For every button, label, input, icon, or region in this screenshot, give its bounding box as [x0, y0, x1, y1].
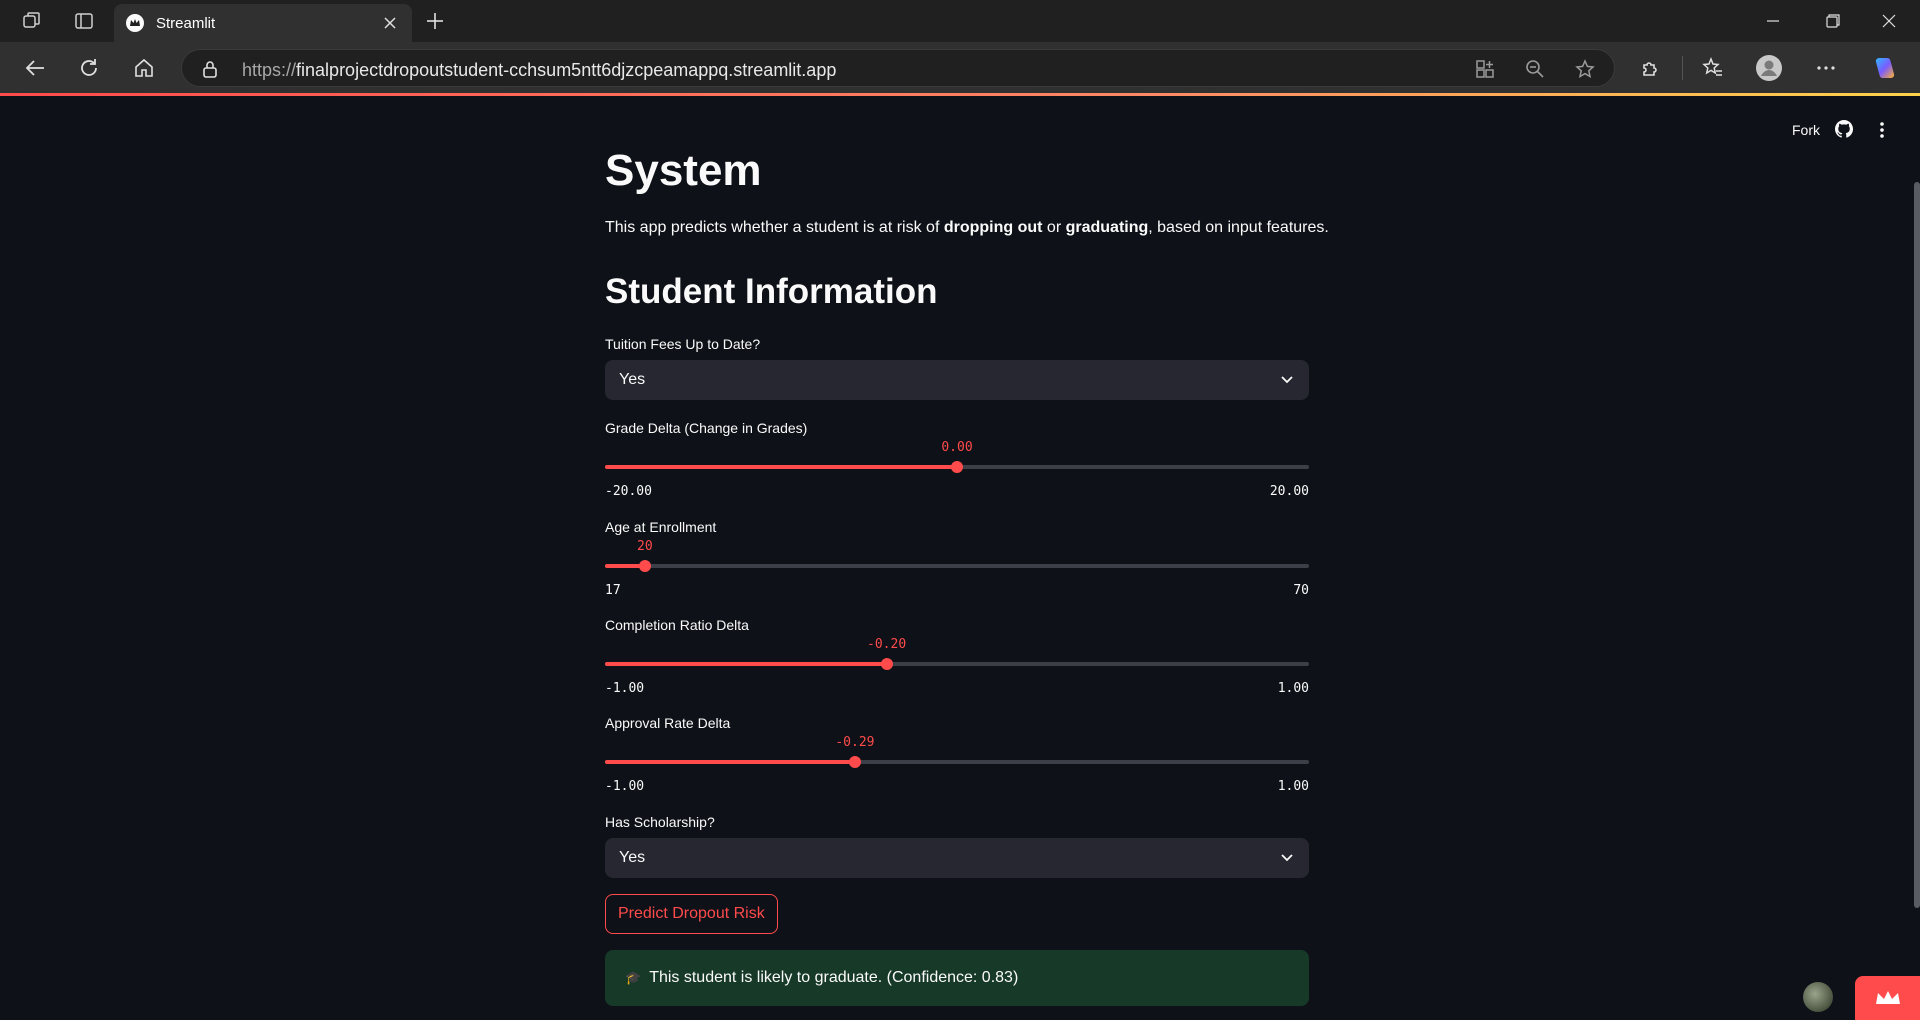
completion-slider[interactable]: -0.20 -1.00 1.00 [605, 633, 1309, 703]
result-text: This student is likely to graduate. (Con… [649, 969, 1019, 986]
slider-thumb[interactable] [880, 658, 893, 670]
slider-value: -0.20 [867, 637, 907, 652]
favorites-icon[interactable] [1700, 55, 1726, 81]
extensions-icon[interactable] [1638, 55, 1664, 81]
slider-max: 20.00 [1269, 484, 1309, 499]
zoom-out-icon[interactable] [1524, 58, 1546, 80]
approval-label: Approval Rate Delta [605, 715, 731, 731]
approval-slider[interactable]: -0.29 -1.00 1.00 [605, 731, 1309, 801]
profile-icon[interactable] [1756, 55, 1782, 81]
age-label: Age at Enrollment [605, 519, 717, 535]
slider-max: 70 [1293, 583, 1309, 598]
refresh-icon[interactable] [76, 55, 102, 81]
page-title: System [605, 146, 762, 195]
scholarship-label: Has Scholarship? [605, 814, 715, 830]
scholarship-select[interactable]: Yes [605, 838, 1309, 878]
new-tab-icon[interactable] [423, 9, 447, 33]
copilot-icon[interactable] [1872, 55, 1898, 81]
grade-delta-label: Grade Delta (Change in Grades) [605, 420, 808, 436]
close-tab-icon[interactable] [380, 13, 400, 33]
app-header: Fork [0, 96, 1920, 162]
active-tab[interactable]: Streamlit [114, 4, 412, 42]
slider-track[interactable] [605, 564, 1309, 568]
intro-text: This app predicts whether a student is a… [605, 219, 1329, 236]
restore-icon[interactable] [1810, 0, 1856, 42]
slider-value: -0.29 [835, 735, 875, 750]
browser-tab-bar: Streamlit [0, 0, 1920, 42]
slider-fill [605, 465, 957, 469]
home-icon[interactable] [131, 55, 157, 81]
more-options-icon[interactable] [1813, 55, 1839, 81]
fork-button[interactable]: Fork [1792, 122, 1820, 138]
viewer-avatar[interactable] [1803, 982, 1833, 1012]
toolbar-divider [1682, 56, 1683, 80]
favorite-star-icon[interactable] [1574, 58, 1596, 80]
completion-label: Completion Ratio Delta [605, 617, 749, 633]
streamlit-favicon-icon [126, 14, 144, 32]
grade-delta-slider[interactable]: 0.00 -20.00 20.00 [605, 436, 1309, 506]
result-alert: 🎓 This student is likely to graduate. (C… [605, 950, 1309, 1006]
tuition-select-value: Yes [619, 371, 646, 388]
minimize-icon[interactable] [1750, 0, 1796, 42]
slider-max: 1.00 [1277, 681, 1309, 696]
back-icon[interactable] [22, 55, 48, 81]
slider-thumb[interactable] [951, 461, 963, 473]
scholarship-select-value: Yes [619, 849, 646, 866]
slider-fill [605, 760, 855, 764]
age-slider[interactable]: 20 17 70 [605, 535, 1309, 605]
chevron-down-icon [1279, 372, 1295, 388]
predict-button[interactable]: Predict Dropout Risk [605, 894, 778, 934]
close-window-icon[interactable] [1866, 0, 1912, 42]
main-menu-icon[interactable] [1872, 120, 1892, 140]
slider-max: 1.00 [1277, 779, 1309, 794]
slider-min: 17 [605, 583, 621, 598]
chevron-down-icon [1279, 850, 1295, 866]
slider-value: 0.00 [941, 440, 973, 455]
tab-title: Streamlit [156, 14, 216, 32]
github-icon[interactable] [1835, 120, 1855, 140]
slider-fill [605, 662, 887, 666]
slider-min: -20.00 [605, 484, 652, 499]
address-bar[interactable]: https://finalprojectdropoutstudent-cchsu… [181, 49, 1615, 87]
slider-min: -1.00 [605, 681, 645, 696]
streamlit-badge[interactable] [1855, 976, 1920, 1020]
page-scrollbar[interactable] [1914, 182, 1920, 908]
graduation-cap-icon: 🎓 [625, 970, 642, 985]
tab-actions-icon[interactable] [72, 9, 96, 33]
url-text[interactable]: https://finalprojectdropoutstudent-cchsu… [242, 60, 836, 81]
streamlit-crown-icon [1875, 991, 1900, 1004]
tuition-label: Tuition Fees Up to Date? [605, 336, 761, 352]
browser-toolbar: https://finalprojectdropoutstudent-cchsu… [0, 42, 1920, 93]
workspaces-icon[interactable] [20, 9, 44, 33]
lock-icon[interactable] [202, 60, 218, 83]
slider-thumb[interactable] [638, 560, 651, 572]
slider-min: -1.00 [605, 779, 645, 794]
apps-icon[interactable] [1474, 58, 1496, 80]
section-title: Student Information [605, 272, 938, 311]
slider-value: 20 [637, 539, 653, 554]
slider-thumb[interactable] [848, 756, 861, 768]
tuition-select[interactable]: Yes [605, 360, 1309, 400]
